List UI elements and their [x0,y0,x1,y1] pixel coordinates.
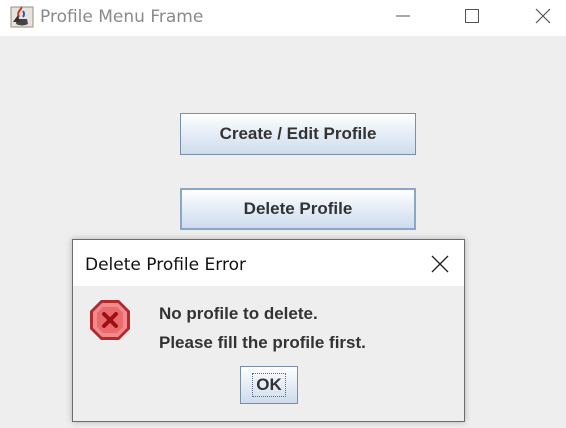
error-icon [90,300,130,340]
window-close-button[interactable] [520,0,566,32]
minimize-icon [396,15,410,17]
create-edit-profile-button[interactable]: Create / Edit Profile [180,113,416,155]
error-dialog: Delete Profile Error No profile to delet… [72,239,465,422]
dialog-title: Delete Profile Error [85,255,246,275]
dialog-titlebar[interactable]: Delete Profile Error [73,240,464,286]
ok-label: OK [252,373,286,397]
java-cup-icon [10,6,34,28]
delete-profile-button[interactable]: Delete Profile [180,188,416,230]
maximize-icon [465,9,479,23]
error-message-line1: No profile to delete. [159,304,318,323]
minimize-button[interactable] [380,0,426,32]
window-title: Profile Menu Frame [40,7,204,27]
close-icon [535,8,551,24]
ok-button[interactable]: OK [240,366,298,404]
maximize-button[interactable] [449,0,495,32]
dialog-close-button[interactable] [425,250,455,278]
create-edit-profile-label: Create / Edit Profile [219,124,377,143]
window-titlebar[interactable]: Profile Menu Frame [0,0,566,36]
delete-profile-label: Delete Profile [243,199,353,218]
profile-menu-window: Profile Menu Frame Create / Edit Profile… [0,0,566,428]
error-message-line2: Please fill the profile first. [159,333,366,352]
close-icon [431,255,449,273]
